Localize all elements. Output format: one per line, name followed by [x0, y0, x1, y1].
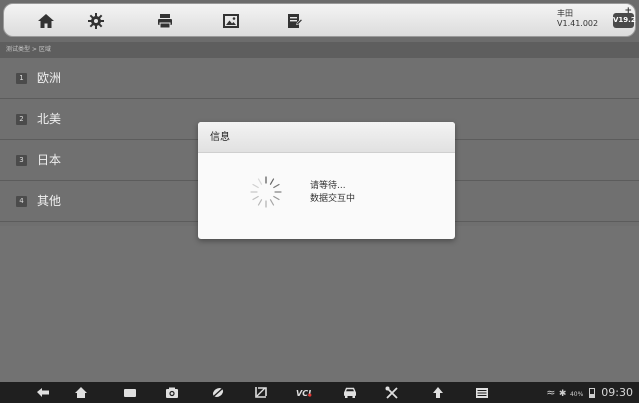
- home-icon[interactable]: [36, 11, 56, 31]
- dialog-message-line1: 请等待...: [310, 181, 346, 191]
- list-item-label: 日本: [37, 153, 62, 167]
- bottom-navbar: VCI ≈ ✱ 40% 09:30: [0, 382, 639, 403]
- dialog-title: 信息: [198, 122, 455, 153]
- battery-icon: [588, 388, 595, 398]
- battery-percent: 40%: [569, 391, 584, 398]
- back-icon[interactable]: [35, 385, 51, 400]
- list-item-number: 4: [16, 196, 27, 207]
- image-icon[interactable]: [221, 11, 241, 31]
- clock: 09:30: [601, 386, 633, 399]
- print-icon[interactable]: [155, 11, 175, 31]
- list-item-label: 北美: [37, 112, 62, 126]
- status-bar: ≈ ✱ 40% 09:30: [546, 385, 633, 400]
- dialog-message: 请等待... 数据交互中: [310, 180, 355, 206]
- software-version: V1.41.002: [557, 19, 599, 28]
- breadcrumb: 测试类型 > 区域: [0, 42, 639, 58]
- wifi-icon: ≈: [546, 386, 556, 399]
- list-item-label: 欧洲: [37, 71, 62, 85]
- list-item-europe[interactable]: 1 欧洲: [0, 58, 639, 99]
- content-area: [0, 226, 639, 382]
- browser-icon[interactable]: [210, 385, 226, 400]
- recent-apps-icon[interactable]: [122, 385, 138, 400]
- info-dialog: 信息 请等待... 数据交互中: [198, 122, 455, 239]
- edit-icon[interactable]: [284, 11, 304, 31]
- list-item-label: 其他: [37, 194, 62, 208]
- home-icon[interactable]: [73, 385, 89, 400]
- car-icon[interactable]: [342, 385, 358, 400]
- list-item-number: 3: [16, 155, 27, 166]
- vehicle-version: 丰田 V1.41.002: [557, 9, 607, 29]
- top-toolbar: 丰田 V1.41.002 V19.2: [0, 0, 639, 42]
- dialog-message-line2: 数据交互中: [310, 194, 356, 204]
- vehicle-name: 丰田: [557, 9, 573, 18]
- upload-icon[interactable]: [430, 385, 446, 400]
- vci-icon[interactable]: VCI: [296, 385, 318, 400]
- tools-icon[interactable]: [384, 385, 400, 400]
- list-item-number: 1: [16, 73, 27, 84]
- version-badge[interactable]: V19.2: [613, 4, 636, 28]
- vci-label: VCI: [296, 389, 311, 398]
- camera-icon[interactable]: [164, 385, 180, 400]
- gear-icon[interactable]: [86, 11, 106, 31]
- loading-spinner-icon: [248, 174, 284, 210]
- screenshot-icon[interactable]: [253, 385, 269, 400]
- toolbar-panel: 丰田 V1.41.002 V19.2: [3, 3, 636, 37]
- bluetooth-icon: ✱: [558, 389, 567, 399]
- list-item-number: 2: [16, 114, 27, 125]
- keyboard-icon[interactable]: [474, 385, 490, 400]
